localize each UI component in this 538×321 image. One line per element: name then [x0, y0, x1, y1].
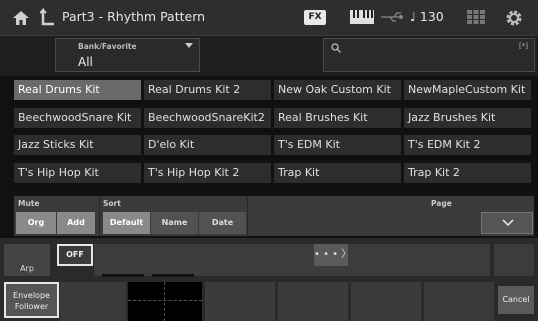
bank-favorite-label: Bank/Favorite — [78, 42, 137, 51]
page-title: Part3 - Rhythm Pattern — [62, 9, 206, 24]
sort-default-button[interactable]: Default — [103, 212, 150, 234]
kit-item[interactable]: New Oak Custom Kit — [274, 80, 401, 104]
kit-item-label: Trap Kit — [278, 165, 320, 179]
search-icon — [331, 43, 341, 53]
gear-icon[interactable] — [505, 9, 523, 27]
kit-item-label: T's Hip Hop Kit 2 — [148, 165, 240, 179]
title-bar: Part3 - Rhythm Pattern FX ♩ 130 — [0, 0, 538, 36]
envelope-follower-line2: Follower — [14, 302, 49, 311]
tempo-display[interactable]: ♩ 130 — [410, 9, 444, 24]
kit-item[interactable]: Real Brushes Kit — [274, 107, 401, 132]
arp-side-block — [494, 244, 534, 276]
kit-item-label: BeechwoodSnareKit2 — [148, 110, 265, 124]
kit-item-label: T's EDM Kit 2 — [408, 138, 481, 151]
chevron-down-icon — [502, 219, 514, 227]
mute-org-button[interactable]: Org — [16, 212, 56, 234]
kit-item[interactable]: Trap Kit 2 — [404, 162, 531, 187]
ef-slot — [351, 282, 421, 321]
divider — [99, 196, 100, 236]
kit-item[interactable]: D'elo Kit — [144, 135, 271, 159]
kit-item[interactable]: T's Hip Hop Kit 2 — [144, 162, 271, 187]
mute-label: Mute — [18, 199, 40, 208]
arp-more-button[interactable]: • • • 〉 — [314, 244, 351, 266]
kit-item[interactable]: Real Drums Kit — [14, 80, 141, 104]
sort-label: Sort — [103, 199, 121, 208]
scope-vertical-guide — [164, 282, 165, 321]
home-icon[interactable] — [12, 9, 30, 27]
mute-add-button[interactable]: Add — [57, 212, 95, 234]
kit-item-label: BeechwoodSnare Kit — [18, 110, 132, 124]
usb-icon — [381, 12, 403, 22]
ef-slot — [424, 282, 494, 321]
cancel-button[interactable]: Cancel — [498, 286, 534, 314]
kit-item-label: Trap Kit 2 — [408, 165, 460, 179]
bank-favorite-select[interactable]: Bank/Favorite All — [55, 38, 200, 72]
kit-item-label: D'elo Kit — [148, 138, 195, 151]
kit-item-label: Jazz Sticks Kit — [18, 138, 94, 151]
kit-item[interactable]: Real Drums Kit 2 — [144, 80, 271, 104]
kit-item[interactable]: T's EDM Kit 2 — [404, 135, 531, 159]
filter-row: Bank/Favorite All [*] — [0, 36, 538, 76]
kit-item-label: T's EDM Kit — [278, 138, 340, 151]
kit-item[interactable]: Trap Kit — [274, 162, 401, 187]
divider — [247, 196, 248, 236]
kit-item[interactable]: Jazz Sticks Kit — [14, 135, 141, 159]
kit-item[interactable]: NewMapleCustom Kit — [404, 80, 531, 104]
envelope-scope — [128, 282, 202, 321]
kit-item-label: New Oak Custom Kit — [278, 83, 391, 96]
arp-indicator-bar — [152, 274, 194, 277]
arp-indicator-bar — [102, 274, 144, 277]
dropdown-caret-icon — [185, 43, 193, 48]
ef-slot — [60, 282, 126, 321]
kit-item[interactable]: T's EDM Kit — [274, 135, 401, 159]
kit-item-label: T's Hip Hop Kit — [18, 165, 99, 179]
kit-item[interactable]: T's Hip Hop Kit — [14, 162, 141, 187]
envelope-follower-button[interactable]: Envelope Follower — [4, 282, 59, 318]
sort-date-button[interactable]: Date — [199, 212, 246, 234]
kit-item[interactable]: Jazz Brushes Kit — [404, 107, 531, 132]
keyboard-icon — [350, 10, 374, 24]
ef-slot — [278, 282, 348, 321]
kit-item-label: Jazz Brushes Kit — [408, 110, 496, 124]
arp-label: Arp — [4, 244, 50, 276]
kit-item-label: NewMapleCustom Kit — [408, 83, 526, 96]
scope-horizontal-guide — [128, 300, 202, 301]
arp-area: Arp OFF • • • 〉 Envelope Follower Cancel — [0, 238, 538, 321]
fx-indicator: FX — [304, 10, 326, 25]
kit-item[interactable]: BeechwoodSnare Kit — [14, 107, 141, 132]
arp-off-button[interactable]: OFF — [57, 244, 93, 266]
arp-strip — [94, 244, 490, 277]
control-bar: Mute Org Add Sort Default Name Date Page — [14, 196, 534, 236]
page-next-button[interactable] — [481, 212, 533, 234]
kit-item-label: Real Drums Kit 2 — [148, 83, 241, 96]
kit-item-label: Real Brushes Kit — [278, 110, 368, 124]
kit-item[interactable]: BeechwoodSnareKit2 — [144, 107, 271, 132]
grid-icon[interactable] — [467, 10, 485, 24]
kit-item-label: Real Drums Kit — [18, 83, 100, 96]
search-keyboard-indicator: [*] — [519, 42, 528, 50]
search-input[interactable]: [*] — [323, 38, 535, 72]
bank-favorite-value: All — [78, 55, 93, 69]
back-arrow-icon[interactable] — [40, 8, 56, 28]
ef-slot — [205, 282, 275, 321]
sort-name-button[interactable]: Name — [151, 212, 198, 234]
kit-list: Real Drums Kit Real Drums Kit 2 New Oak Cu… — [14, 80, 534, 190]
page-label: Page — [431, 199, 452, 208]
envelope-follower-line1: Envelope — [13, 291, 50, 300]
